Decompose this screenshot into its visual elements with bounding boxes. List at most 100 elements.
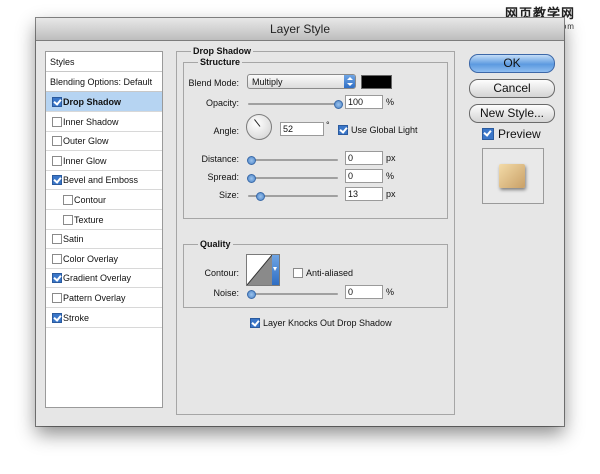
size-unit: px	[386, 189, 396, 199]
opacity-label: Opacity:	[205, 98, 239, 108]
spread-slider[interactable]	[247, 174, 338, 183]
styles-header-label: Styles	[50, 57, 75, 67]
style-item-label: Satin	[63, 234, 84, 245]
quality-title: Quality	[198, 239, 233, 249]
use-global-light-checkbox[interactable]	[338, 125, 348, 135]
style-item-label: Bevel and Emboss	[63, 175, 139, 186]
drop-shadow-settings: Drop Shadow Structure Blend Mode: Multip…	[176, 46, 455, 415]
ok-button[interactable]: OK	[469, 54, 555, 73]
noise-field[interactable]: 0	[345, 285, 383, 299]
spread-label: Spread:	[207, 172, 239, 182]
style-item-label: Stroke	[63, 312, 90, 323]
spread-slider-thumb[interactable]	[247, 174, 256, 183]
quality-group: Quality Contour: Anti-aliased Noise: 0 %	[183, 239, 448, 308]
style-item-pattern-overlay[interactable]: Pattern Overlay	[46, 288, 162, 308]
noise-unit: %	[386, 287, 395, 297]
use-global-light-label: Use Global Light	[351, 125, 418, 135]
preview-checkbox[interactable]	[482, 128, 494, 140]
style-item-label: Drop Shadow	[63, 97, 121, 107]
style-item-checkbox[interactable]	[63, 195, 73, 205]
blending-options-item[interactable]: Blending Options: Default	[46, 72, 162, 92]
opacity-unit: %	[386, 97, 395, 107]
style-item-checkbox[interactable]	[52, 234, 62, 245]
opacity-slider[interactable]	[248, 100, 343, 109]
blend-mode-label: Blend Mode:	[188, 78, 239, 88]
structure-group: Structure Blend Mode: Multiply Opacity: …	[183, 57, 448, 219]
style-item-outer-glow[interactable]: Outer Glow	[46, 131, 162, 152]
style-item-contour[interactable]: Contour	[46, 190, 162, 210]
angle-unit: °	[326, 120, 330, 130]
shadow-color-swatch[interactable]	[361, 75, 392, 89]
opacity-field[interactable]: 100	[345, 95, 383, 109]
noise-slider-thumb[interactable]	[247, 290, 256, 299]
preview-thumbnail	[482, 148, 544, 204]
style-item-label: Pattern Overlay	[63, 293, 126, 303]
style-item-bevel-and-emboss[interactable]: Bevel and Emboss	[46, 170, 162, 191]
preview-label: Preview	[498, 127, 541, 141]
contour-label: Contour:	[204, 268, 239, 278]
style-item-checkbox[interactable]	[52, 253, 62, 264]
style-item-drop-shadow[interactable]: Drop Shadow	[46, 92, 162, 112]
style-item-checkbox[interactable]	[52, 97, 62, 107]
new-style-button[interactable]: New Style...	[469, 104, 555, 123]
styles-list-panel: Styles Blending Options: Default Drop Sh…	[45, 51, 163, 408]
style-item-label: Color Overlay	[63, 253, 119, 264]
title-bar[interactable]: Layer Style	[36, 18, 564, 41]
style-item-checkbox[interactable]	[52, 155, 62, 166]
blend-mode-value: Multiply	[252, 77, 283, 87]
opacity-slider-thumb[interactable]	[334, 100, 343, 109]
style-item-checkbox[interactable]	[52, 273, 62, 284]
noise-slider[interactable]	[247, 290, 338, 299]
style-item-checkbox[interactable]	[52, 175, 62, 186]
angle-dial[interactable]	[246, 114, 272, 140]
style-item-checkbox[interactable]	[52, 116, 62, 127]
blending-options-label: Blending Options: Default	[50, 77, 153, 87]
style-item-gradient-overlay[interactable]: Gradient Overlay	[46, 268, 162, 289]
select-arrows-icon	[344, 75, 355, 88]
contour-curve-icon	[247, 255, 272, 285]
distance-label: Distance:	[201, 154, 239, 164]
distance-slider-thumb[interactable]	[247, 156, 256, 165]
preview-swatch	[499, 164, 525, 188]
spread-unit: %	[386, 171, 395, 181]
style-item-texture[interactable]: Texture	[46, 210, 162, 230]
style-item-label: Texture	[74, 214, 104, 225]
contour-picker[interactable]	[246, 254, 280, 286]
style-item-inner-glow[interactable]: Inner Glow	[46, 151, 162, 171]
structure-title: Structure	[198, 57, 243, 67]
style-item-checkbox[interactable]	[63, 214, 73, 225]
layer-style-dialog: Layer Style Styles Blending Options: Def…	[36, 18, 564, 426]
knockout-label: Layer Knocks Out Drop Shadow	[263, 318, 392, 328]
style-item-label: Inner Glow	[63, 155, 107, 166]
style-item-checkbox[interactable]	[52, 293, 62, 303]
distance-slider[interactable]	[247, 156, 338, 165]
angle-label: Angle:	[213, 126, 239, 136]
size-slider-thumb[interactable]	[256, 192, 265, 201]
angle-field[interactable]: 52	[280, 122, 324, 136]
distance-field[interactable]: 0	[345, 151, 383, 165]
style-item-label: Outer Glow	[63, 136, 109, 147]
blend-mode-select[interactable]: Multiply	[247, 74, 356, 89]
distance-unit: px	[386, 153, 396, 163]
anti-aliased-label: Anti-aliased	[306, 268, 354, 278]
size-field[interactable]: 13	[345, 187, 383, 201]
style-item-label: Gradient Overlay	[63, 273, 132, 284]
spread-field[interactable]: 0	[345, 169, 383, 183]
style-item-checkbox[interactable]	[52, 136, 62, 147]
knockout-checkbox[interactable]	[250, 318, 260, 328]
styles-header[interactable]: Styles	[46, 52, 162, 72]
style-item-inner-shadow[interactable]: Inner Shadow	[46, 112, 162, 132]
contour-dropdown-icon[interactable]	[272, 255, 279, 285]
size-label: Size:	[218, 190, 239, 200]
cancel-button[interactable]: Cancel	[469, 79, 555, 98]
style-item-stroke[interactable]: Stroke	[46, 308, 162, 328]
style-item-checkbox[interactable]	[52, 312, 62, 323]
style-item-color-overlay[interactable]: Color Overlay	[46, 249, 162, 269]
section-title: Drop Shadow	[191, 46, 253, 56]
window-title: Layer Style	[269, 22, 331, 36]
style-item-label: Contour	[74, 195, 107, 205]
anti-aliased-checkbox[interactable]	[293, 268, 303, 278]
size-slider[interactable]	[248, 192, 338, 201]
noise-label: Noise:	[213, 288, 239, 298]
style-item-satin[interactable]: Satin	[46, 229, 162, 250]
